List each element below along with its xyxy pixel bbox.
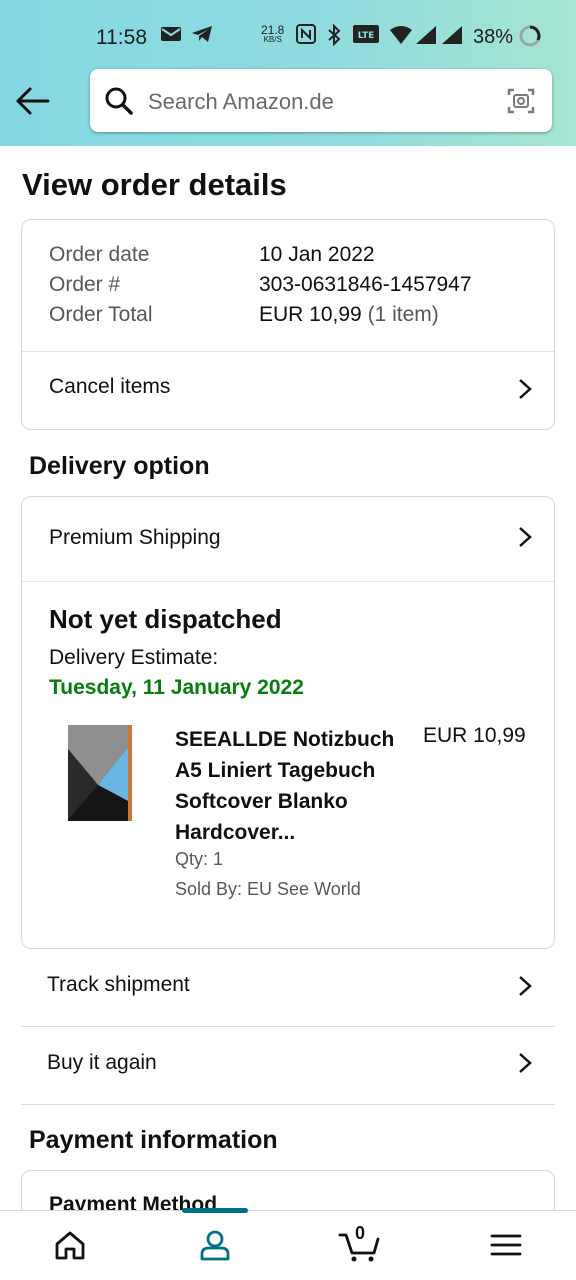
speed-value: 21.8 xyxy=(261,23,285,37)
search-input[interactable]: Search Amazon.de xyxy=(148,89,334,115)
delivery-card: Premium Shipping Not yet dispatched Deli… xyxy=(21,496,555,949)
chevron-right-icon xyxy=(519,379,532,399)
divider xyxy=(22,581,554,582)
menu-icon[interactable] xyxy=(488,1227,524,1263)
camera-search-icon[interactable] xyxy=(506,86,536,116)
shipment-status: Not yet dispatched xyxy=(49,604,282,634)
speed-unit: KB/S xyxy=(263,35,282,44)
page-title: View order details xyxy=(22,167,287,202)
app-header: 11:58 21.8 KB/S LTE 38% Search Amazon.de xyxy=(0,0,576,146)
divider xyxy=(21,1104,555,1105)
nfc-icon xyxy=(296,24,316,44)
cancel-items-label: Cancel items xyxy=(49,375,171,398)
product-title[interactable]: SEEALLDE Notizbuch A5 Liniert Tagebuch S… xyxy=(175,724,407,848)
product-seller: Sold By: EU See World xyxy=(175,879,361,899)
order-total-items: (1 item) xyxy=(367,303,439,326)
wifi-icon xyxy=(390,26,412,44)
order-number-value: 303-0631846-1457947 xyxy=(259,273,472,296)
product-price: EUR 10,99 xyxy=(423,724,526,747)
product-title-line: Softcover Blanko xyxy=(175,790,348,813)
battery-percent: 38% xyxy=(473,26,514,48)
delivery-estimate-date: Tuesday, 11 January 2022 xyxy=(49,676,304,699)
home-icon[interactable] xyxy=(52,1227,88,1263)
svg-text:LTE: LTE xyxy=(358,31,375,41)
chevron-right-icon xyxy=(519,527,532,547)
order-total-label: Order Total xyxy=(49,303,153,326)
order-number-label: Order # xyxy=(49,273,121,296)
order-total-value: EUR 10,99 xyxy=(259,303,362,326)
search-icon xyxy=(105,87,133,115)
cancel-items-row[interactable]: Cancel items xyxy=(22,352,554,430)
account-icon[interactable] xyxy=(197,1227,233,1263)
telegram-icon xyxy=(192,26,212,42)
buy-again-label: Buy it again xyxy=(47,1051,157,1074)
cart-count: 0 xyxy=(355,1223,366,1243)
signal-roaming-icon xyxy=(442,26,462,44)
back-arrow-icon[interactable] xyxy=(14,84,54,118)
product-title-line: SEEALLDE Notizbuch xyxy=(175,728,395,751)
battery-icon xyxy=(519,25,541,47)
search-bar[interactable]: Search Amazon.de xyxy=(90,69,552,132)
bluetooth-icon xyxy=(328,24,341,46)
delivery-estimate-label: Delivery Estimate: xyxy=(49,646,219,669)
order-summary-card: Order date 10 Jan 2022 Order # 303-06318… xyxy=(21,219,555,430)
product-qty: Qty: 1 xyxy=(175,849,224,869)
shipping-option-row[interactable]: Premium Shipping xyxy=(22,497,554,581)
order-date-value: 10 Jan 2022 xyxy=(259,243,375,266)
chevron-right-icon xyxy=(519,976,532,996)
order-date-label: Order date xyxy=(49,243,150,266)
order-total-value-wrap: EUR 10,99 (1 item) xyxy=(259,303,439,327)
payment-section-title: Payment information xyxy=(29,1126,278,1154)
active-tab-indicator xyxy=(182,1208,248,1213)
shipping-option-label: Premium Shipping xyxy=(49,526,221,549)
track-shipment-label: Track shipment xyxy=(47,973,190,996)
signal-icon xyxy=(416,26,436,44)
delivery-section-title: Delivery option xyxy=(29,452,210,480)
product-title-line: Hardcover... xyxy=(175,821,296,844)
status-time: 11:58 xyxy=(96,26,147,49)
chevron-right-icon xyxy=(519,1053,532,1073)
track-shipment-row[interactable]: Track shipment xyxy=(21,949,555,1026)
volte-icon: LTE xyxy=(353,25,379,43)
network-speed: 21.8 KB/S xyxy=(261,23,285,45)
product-image[interactable] xyxy=(66,723,134,823)
bottom-nav: 0 xyxy=(0,1208,576,1280)
buy-again-row[interactable]: Buy it again xyxy=(21,1027,555,1104)
status-bar: 11:58 21.8 KB/S LTE 38% xyxy=(0,18,576,56)
product-title-line: A5 Liniert Tagebuch xyxy=(175,759,376,782)
mail-icon xyxy=(161,27,181,41)
